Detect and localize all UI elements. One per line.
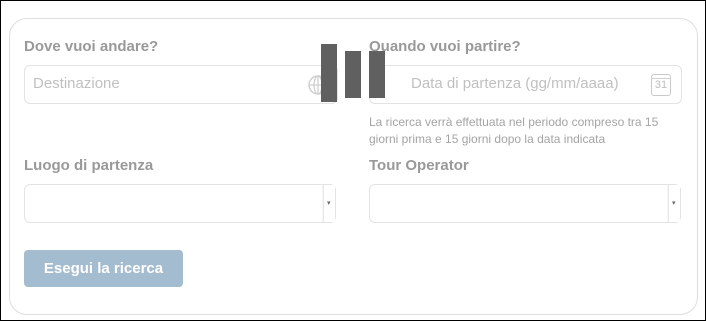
destination-placeholder: Destinazione: [33, 75, 120, 92]
date-hint-text: La ricerca verrà effettuata nel periodo …: [369, 115, 659, 146]
window-frame: Dove vuoi andare? Destinazione Quando vu…: [0, 0, 706, 321]
tour-operator-label: Tour Operator: [369, 157, 469, 174]
departure-place-select[interactable]: ▾: [24, 184, 336, 223]
loading-bar: [369, 51, 385, 98]
chevron-down-icon[interactable]: ▾: [668, 185, 680, 222]
loading-bar: [321, 44, 337, 102]
loading-bar: [345, 51, 361, 98]
calendar-icon[interactable]: 31: [651, 74, 671, 96]
departure-date-placeholder: Data di partenza (gg/mm/aaaa): [411, 75, 619, 92]
calendar-day: 31: [654, 79, 668, 91]
destination-input[interactable]: Destinazione: [24, 65, 338, 104]
chevron-down-icon[interactable]: ▾: [323, 185, 335, 222]
departure-date-label: Quando vuoi partire?: [369, 38, 521, 55]
tour-operator-select[interactable]: ▾: [369, 184, 681, 223]
departure-place-label: Luogo di partenza: [24, 157, 154, 174]
search-button[interactable]: Esegui la ricerca: [24, 250, 183, 287]
destination-label: Dove vuoi andare?: [24, 38, 159, 55]
departure-date-input[interactable]: Data di partenza (gg/mm/aaaa) 31: [369, 65, 682, 104]
